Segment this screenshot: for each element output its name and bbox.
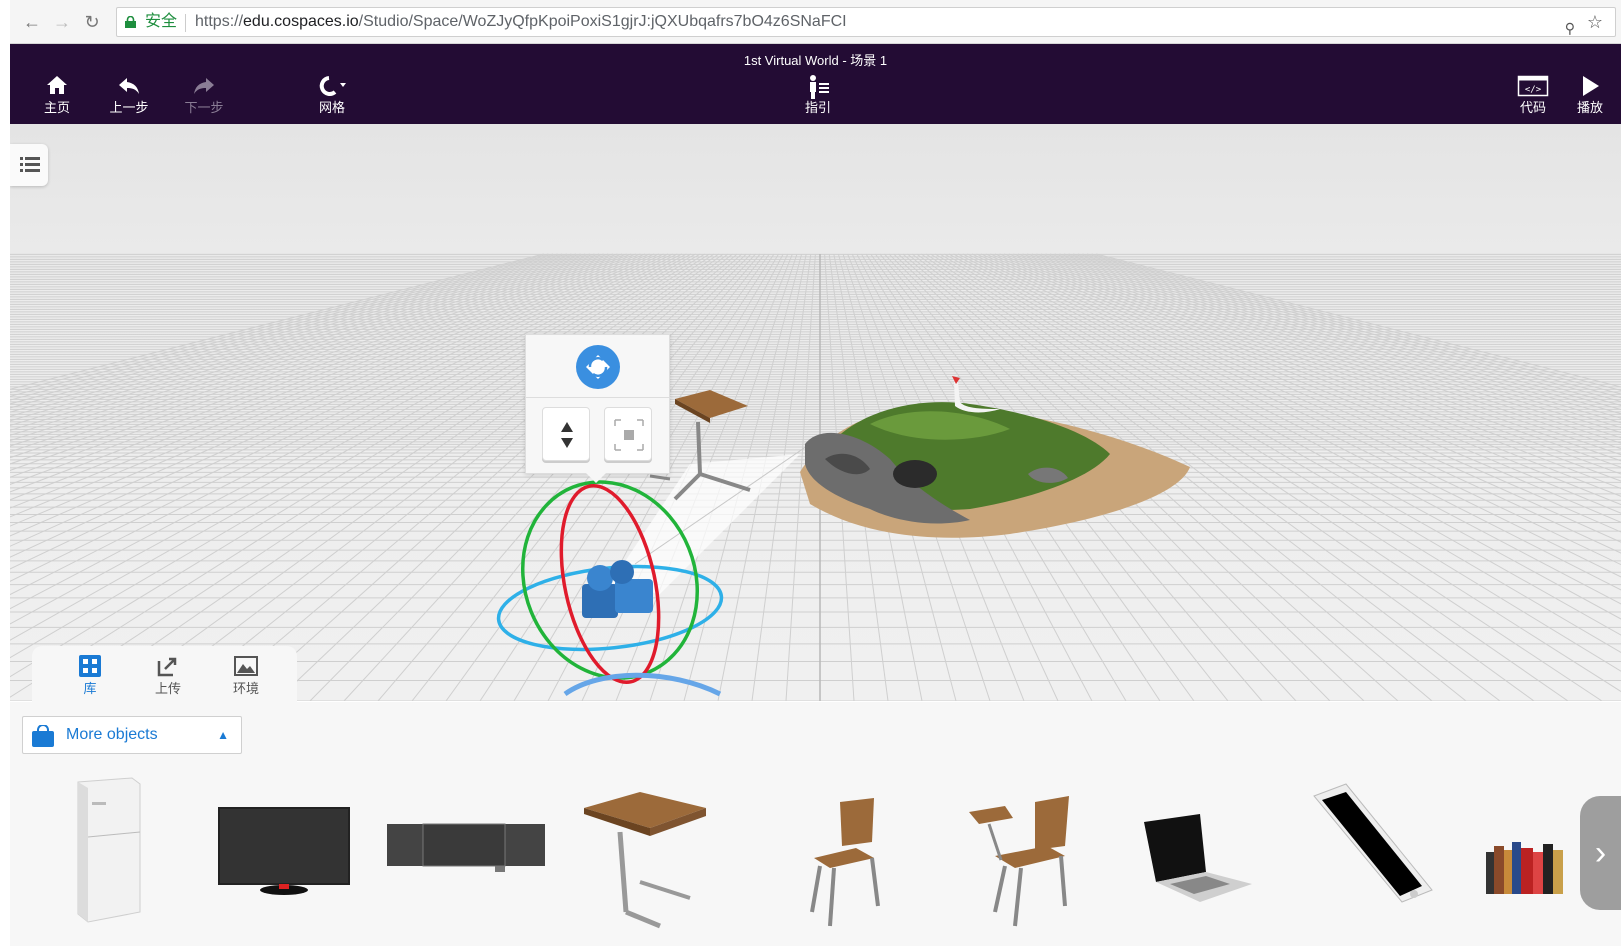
up-down-arrow-icon xyxy=(561,422,573,448)
library-item-smartphone[interactable] xyxy=(1310,762,1440,932)
undo-label: 上一步 xyxy=(109,100,149,115)
library-tabs: 库 上传 环境 xyxy=(32,646,297,706)
code-icon: </> xyxy=(1503,74,1563,100)
outliner-button[interactable] xyxy=(10,144,48,186)
library-item-whiteboard[interactable] xyxy=(385,762,550,932)
library-item-fridge[interactable] xyxy=(70,762,150,932)
code-label: 代码 xyxy=(1519,100,1546,115)
popup-divider xyxy=(526,397,671,398)
lift-button[interactable] xyxy=(542,407,590,461)
guide-icon xyxy=(788,74,848,100)
key-icon[interactable]: ⚲ xyxy=(1565,14,1575,42)
rotate-icon xyxy=(586,355,610,379)
star-icon[interactable]: ☆ xyxy=(1587,8,1603,36)
environment-icon xyxy=(216,654,276,680)
library-item-laptop[interactable] xyxy=(1140,762,1260,932)
redo-button[interactable]: 下一步 xyxy=(174,74,234,120)
library-item-student-chair[interactable] xyxy=(965,762,1085,932)
home-icon xyxy=(27,74,87,100)
scene-canvas[interactable] xyxy=(10,124,1621,701)
category-dropdown[interactable]: More objects ▲ xyxy=(22,716,242,754)
scale-icon xyxy=(614,419,644,451)
tab-environment-label: 环境 xyxy=(232,681,259,696)
app-toolbar: 1st Virtual World - 场景 1 主页 上一步 下一步 网格 指… xyxy=(10,44,1621,124)
tab-library[interactable]: 库 xyxy=(60,654,120,704)
forward-icon[interactable]: → xyxy=(52,12,72,32)
url-divider xyxy=(185,14,186,32)
scale-button[interactable] xyxy=(604,407,652,461)
transform-popup xyxy=(525,334,671,483)
grid-button[interactable]: 网格 xyxy=(302,74,362,120)
browser-address-bar: ← → ↻ 安全 https://edu.cospaces.io/Studio/… xyxy=(10,0,1621,44)
object-library-panel: More objects ▲ xyxy=(10,702,1621,946)
redo-icon xyxy=(174,74,234,100)
url-path: /Studio/Space/WoZJyQfpKpoiPoxiS1gjrJ:jQX… xyxy=(358,13,847,30)
play-button[interactable]: 播放 xyxy=(1560,74,1620,120)
grid-label: 网格 xyxy=(318,100,345,115)
reload-icon[interactable]: ↻ xyxy=(82,12,102,32)
lock-icon xyxy=(125,16,136,28)
rotate-button[interactable] xyxy=(576,345,620,389)
category-label: More objects xyxy=(66,726,158,743)
undo-icon xyxy=(99,74,159,100)
back-icon[interactable]: ← xyxy=(22,12,42,32)
guide-label: 指引 xyxy=(804,100,831,115)
secure-label: 安全 xyxy=(145,13,178,30)
play-label: 播放 xyxy=(1576,100,1603,115)
library-next-button[interactable]: › xyxy=(1580,796,1621,910)
upload-icon xyxy=(138,654,198,680)
home-label: 主页 xyxy=(43,100,70,115)
home-button[interactable]: 主页 xyxy=(27,74,87,120)
url-text: https://edu.cospaces.io/Studio/Space/WoZ… xyxy=(195,8,847,36)
tab-environment[interactable]: 环境 xyxy=(216,654,276,704)
code-button[interactable]: </> 代码 xyxy=(1503,74,1563,120)
redo-label: 下一步 xyxy=(184,100,224,115)
url-field[interactable]: 安全 https://edu.cospaces.io/Studio/Space/… xyxy=(116,7,1616,37)
library-item-tv[interactable] xyxy=(215,762,355,932)
tab-library-label: 库 xyxy=(83,681,97,696)
svg-text:</>: </> xyxy=(1525,85,1542,95)
library-icon xyxy=(60,654,120,680)
list-icon xyxy=(20,157,40,172)
world-title: 1st Virtual World - 场景 1 xyxy=(743,53,888,68)
guide-button[interactable]: 指引 xyxy=(788,74,848,120)
magnet-icon xyxy=(302,74,362,100)
undo-button[interactable]: 上一步 xyxy=(99,74,159,120)
library-item-chair[interactable] xyxy=(790,762,890,932)
chevron-right-icon: › xyxy=(1594,834,1607,872)
scene-viewport[interactable] xyxy=(10,124,1621,701)
caret-up-icon: ▲ xyxy=(217,728,229,742)
tab-upload-label: 上传 xyxy=(154,681,181,696)
tab-upload[interactable]: 上传 xyxy=(138,654,198,704)
url-prefix: https:// xyxy=(195,13,244,30)
url-host: edu.cospaces.io xyxy=(243,13,359,30)
play-icon xyxy=(1560,74,1620,100)
library-item-school-desk[interactable] xyxy=(580,762,720,932)
app-window: ← → ↻ 安全 https://edu.cospaces.io/Studio/… xyxy=(10,0,1621,946)
shopping-bag-icon xyxy=(32,725,54,747)
